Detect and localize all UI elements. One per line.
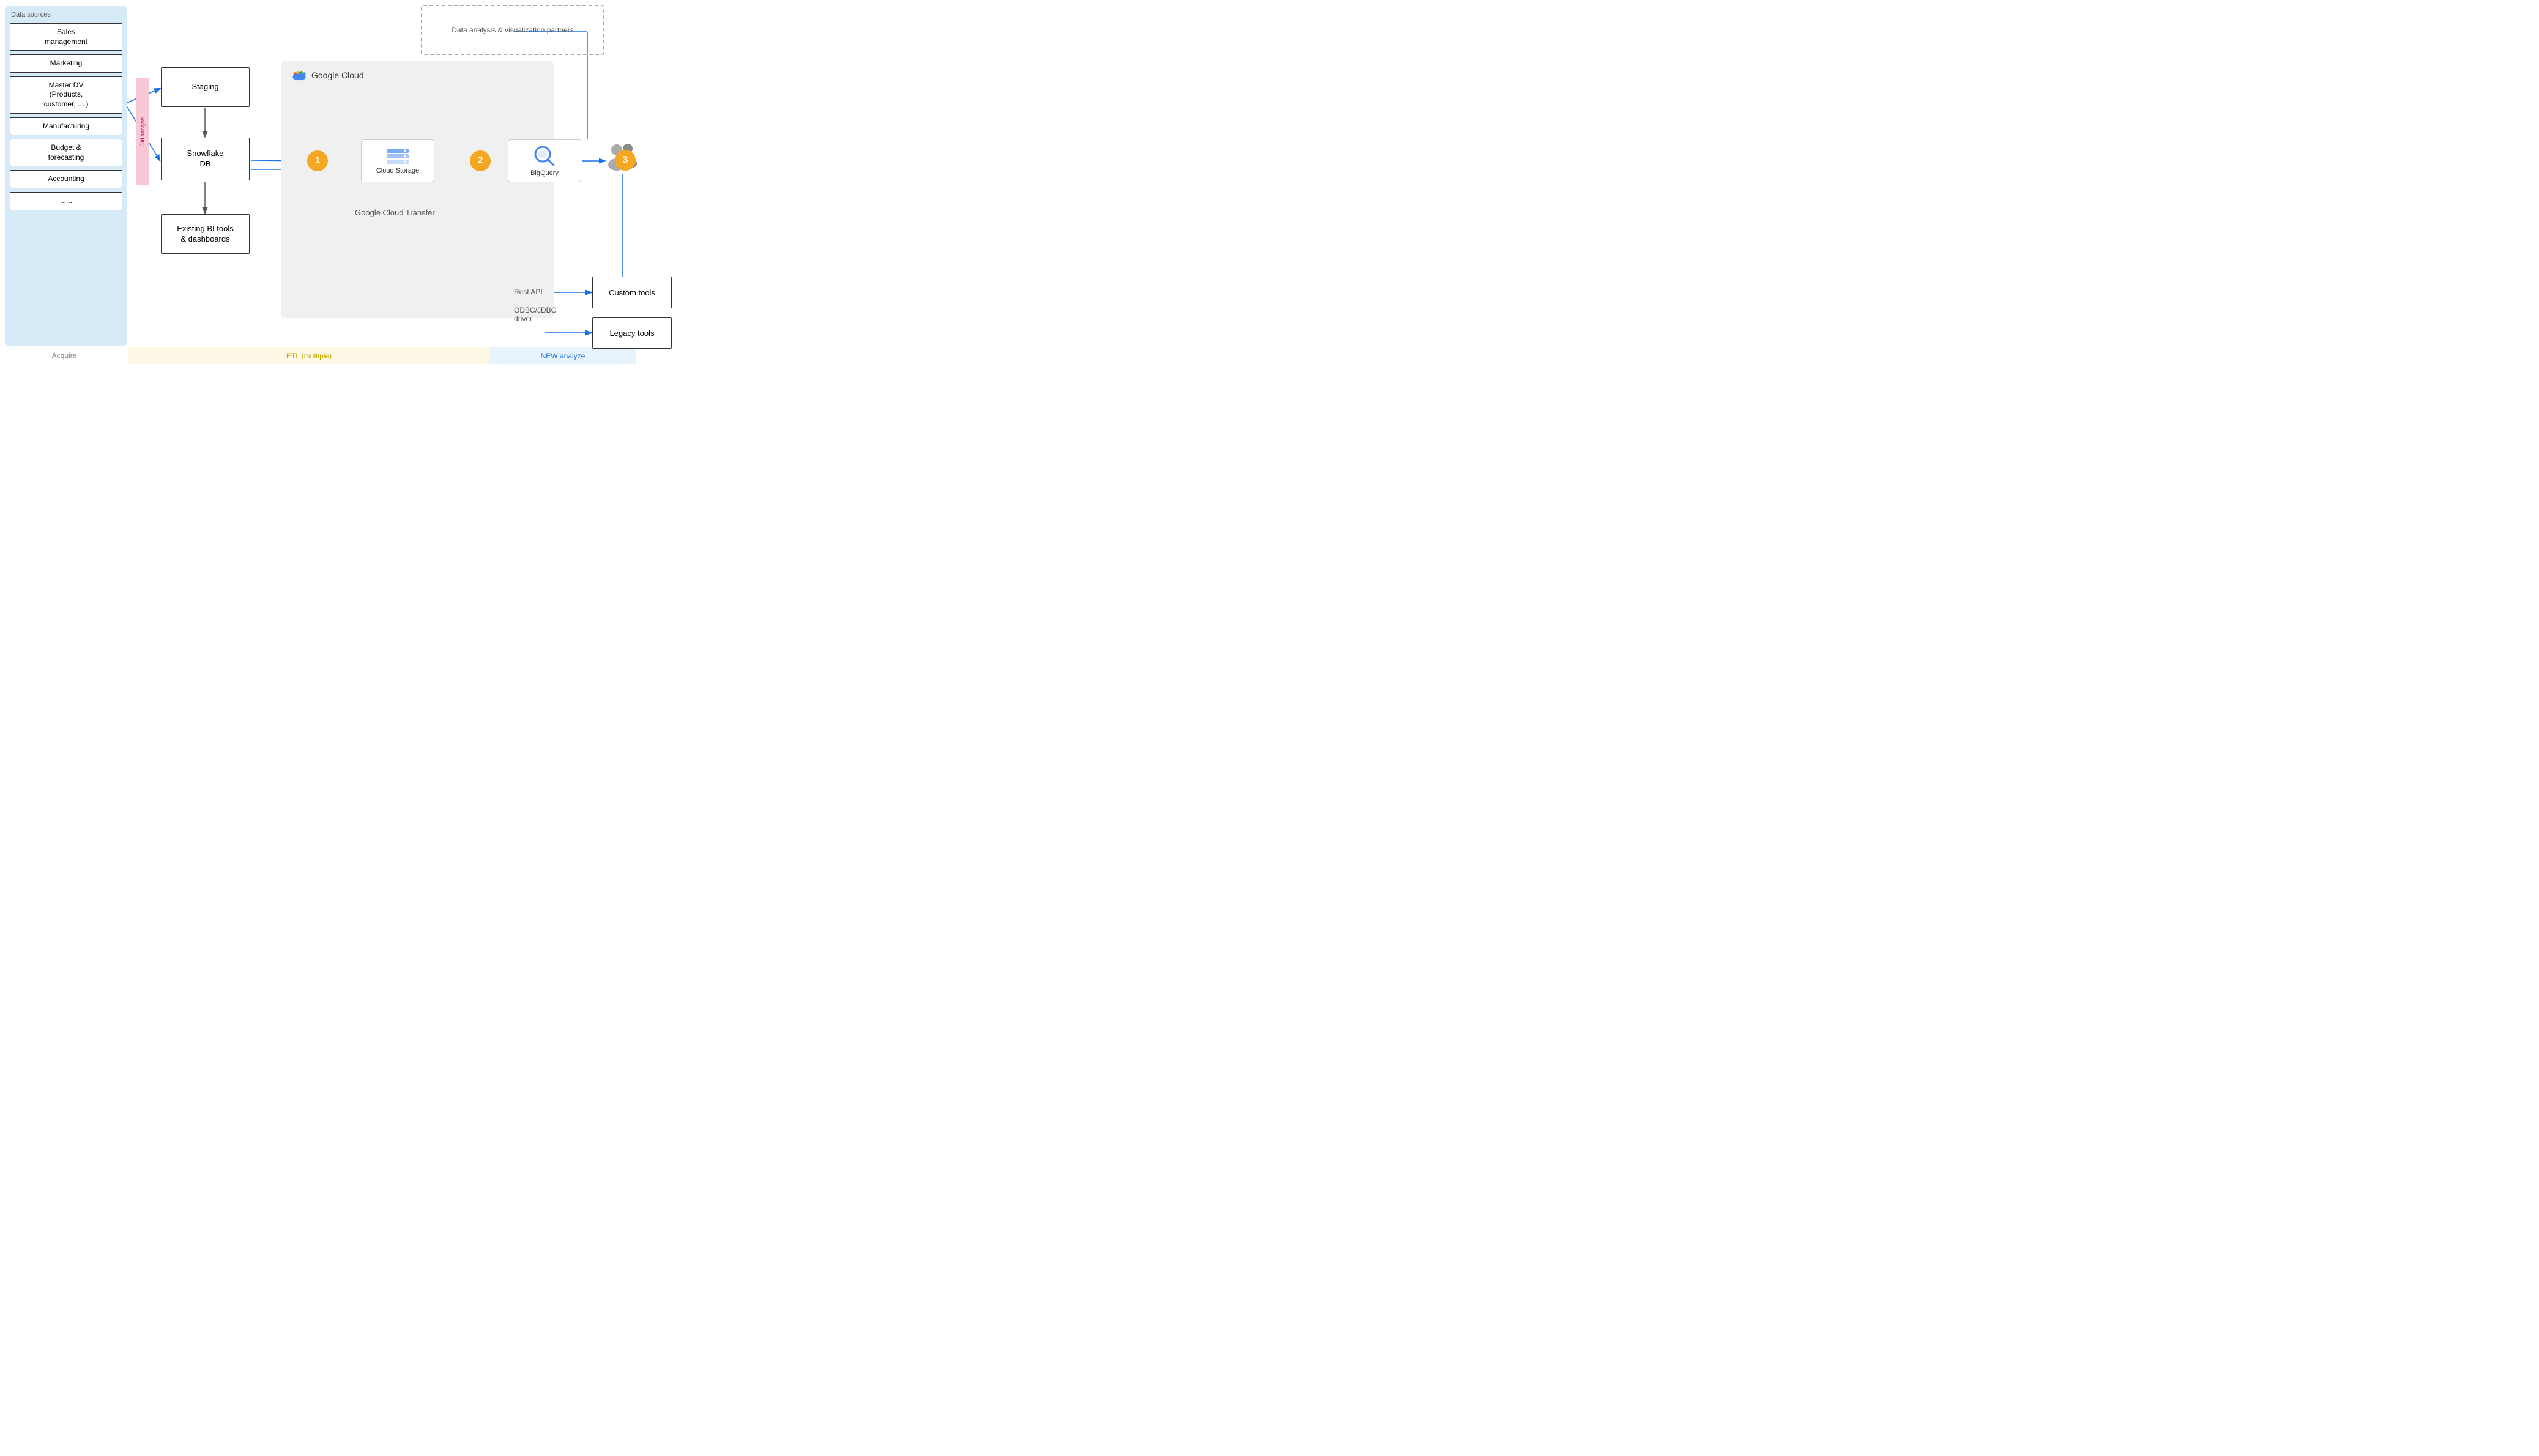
dap-label: Data analysis & visualization partners xyxy=(452,26,573,34)
list-item: Salesmanagement xyxy=(10,23,122,51)
data-sources-panel: Data sources Salesmanagement Marketing M… xyxy=(5,6,127,346)
gc-transfer-label: Google Cloud Transfer xyxy=(355,208,435,217)
google-cloud-icon xyxy=(291,69,308,82)
dap-box: Data analysis & visualization partners xyxy=(421,5,604,55)
list-item: ...... xyxy=(10,192,122,210)
phase-etl: ETL (multiple) xyxy=(128,347,489,364)
step-3-circle: 3 xyxy=(615,150,636,171)
phase-analyze: NEW analyze xyxy=(489,347,636,364)
list-item: Manufacturing xyxy=(10,117,122,136)
diagram: Acquire ETL (multiple) NEW analyze Data … xyxy=(0,0,636,364)
snowflake-box: SnowflakeDB xyxy=(161,138,250,180)
custom-tools-box: Custom tools xyxy=(592,277,672,308)
bi-tools-box: Existing BI tools& dashboards xyxy=(161,214,250,254)
google-cloud-text: Google Cloud xyxy=(311,70,364,80)
bigquery-box: BigQuery xyxy=(508,139,581,182)
phase-acquire: Acquire xyxy=(0,347,128,364)
cloud-storage-box: Cloud Storage xyxy=(361,139,434,182)
step-2-circle: 2 xyxy=(470,150,491,171)
google-cloud-area xyxy=(281,61,554,318)
cloud-storage-label: Cloud Storage xyxy=(376,167,419,174)
panel-label: Data sources xyxy=(10,11,122,18)
rest-api-label: Rest API xyxy=(514,288,556,296)
old-analyse-bar: Old analyse xyxy=(136,78,149,185)
odbc-label: ODBC/JDBCdriver xyxy=(514,306,556,323)
list-item: Marketing xyxy=(10,54,122,73)
cloud-storage-icon xyxy=(385,147,410,165)
step-1-circle: 1 xyxy=(307,150,328,171)
google-cloud-logo: Google Cloud xyxy=(291,69,364,82)
bigquery-label: BigQuery xyxy=(530,169,559,177)
list-item: Accounting xyxy=(10,170,122,188)
list-item: Budget &forecasting xyxy=(10,139,122,166)
api-labels: Rest API ODBC/JDBCdriver xyxy=(514,288,556,333)
legacy-tools-box: Legacy tools xyxy=(592,317,672,349)
bigquery-icon xyxy=(533,145,556,167)
list-item: Master DV(Products,customer, ....) xyxy=(10,76,122,114)
staging-box: Staging xyxy=(161,67,250,107)
